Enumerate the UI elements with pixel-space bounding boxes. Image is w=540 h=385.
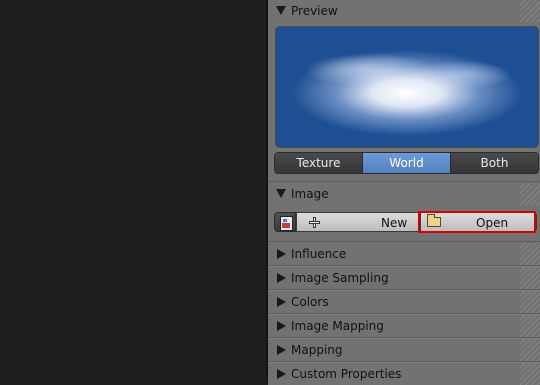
panel-label: Influence — [291, 247, 347, 261]
influence-panel-header[interactable]: Influence — [268, 243, 540, 265]
panel-label: Image Sampling — [291, 271, 389, 285]
browse-image-button[interactable] — [274, 212, 296, 232]
expand-triangle-icon — [277, 321, 286, 331]
expand-triangle-icon — [277, 345, 286, 355]
drag-handle-icon[interactable] — [520, 183, 540, 205]
collapse-triangle-icon — [276, 189, 286, 198]
texture-tab[interactable]: Texture — [275, 153, 363, 173]
colors-panel-header[interactable]: Colors — [268, 291, 540, 313]
panel-label: Colors — [291, 295, 329, 309]
plus-icon — [309, 217, 320, 228]
texture-preview — [275, 26, 539, 148]
expand-triangle-icon — [277, 249, 286, 259]
divider — [268, 241, 540, 242]
mapping-panel-header[interactable]: Mapping — [268, 339, 540, 361]
cloud-texture-render — [276, 27, 538, 147]
folder-icon — [427, 214, 441, 227]
image-panel-header[interactable]: Image — [268, 183, 540, 205]
panel-label: Custom Properties — [291, 367, 402, 381]
3d-viewport[interactable] — [0, 0, 266, 382]
panel-label: Mapping — [291, 343, 343, 357]
preview-type-selector: Texture World Both — [274, 152, 539, 174]
panel-label: Preview — [291, 4, 338, 18]
panel-label: Image — [291, 187, 329, 201]
new-image-button[interactable]: New — [296, 212, 420, 232]
open-image-button[interactable]: Open — [420, 212, 537, 232]
new-label: New — [381, 216, 408, 230]
expand-triangle-icon — [277, 369, 286, 379]
drag-handle-icon[interactable] — [520, 243, 540, 265]
drag-handle-icon[interactable] — [520, 0, 540, 22]
image-mapping-panel-header[interactable]: Image Mapping — [268, 315, 540, 337]
drag-handle-icon[interactable] — [520, 339, 540, 361]
both-tab[interactable]: Both — [451, 153, 538, 173]
open-label: Open — [476, 216, 509, 230]
image-sampling-panel-header[interactable]: Image Sampling — [268, 267, 540, 289]
image-datablock-row: New Open — [274, 212, 537, 232]
world-tab[interactable]: World — [363, 153, 451, 173]
properties-panel: Preview Texture World Both Image New Ope… — [268, 0, 540, 385]
image-icon — [280, 216, 293, 231]
drag-handle-icon[interactable] — [520, 315, 540, 337]
drag-handle-icon[interactable] — [520, 291, 540, 313]
expand-triangle-icon — [277, 297, 286, 307]
expand-triangle-icon — [277, 273, 286, 283]
divider — [268, 181, 540, 182]
panel-label: Image Mapping — [291, 319, 384, 333]
preview-panel-header[interactable]: Preview — [268, 0, 540, 22]
drag-handle-icon[interactable] — [520, 267, 540, 289]
collapse-triangle-icon — [276, 6, 286, 15]
